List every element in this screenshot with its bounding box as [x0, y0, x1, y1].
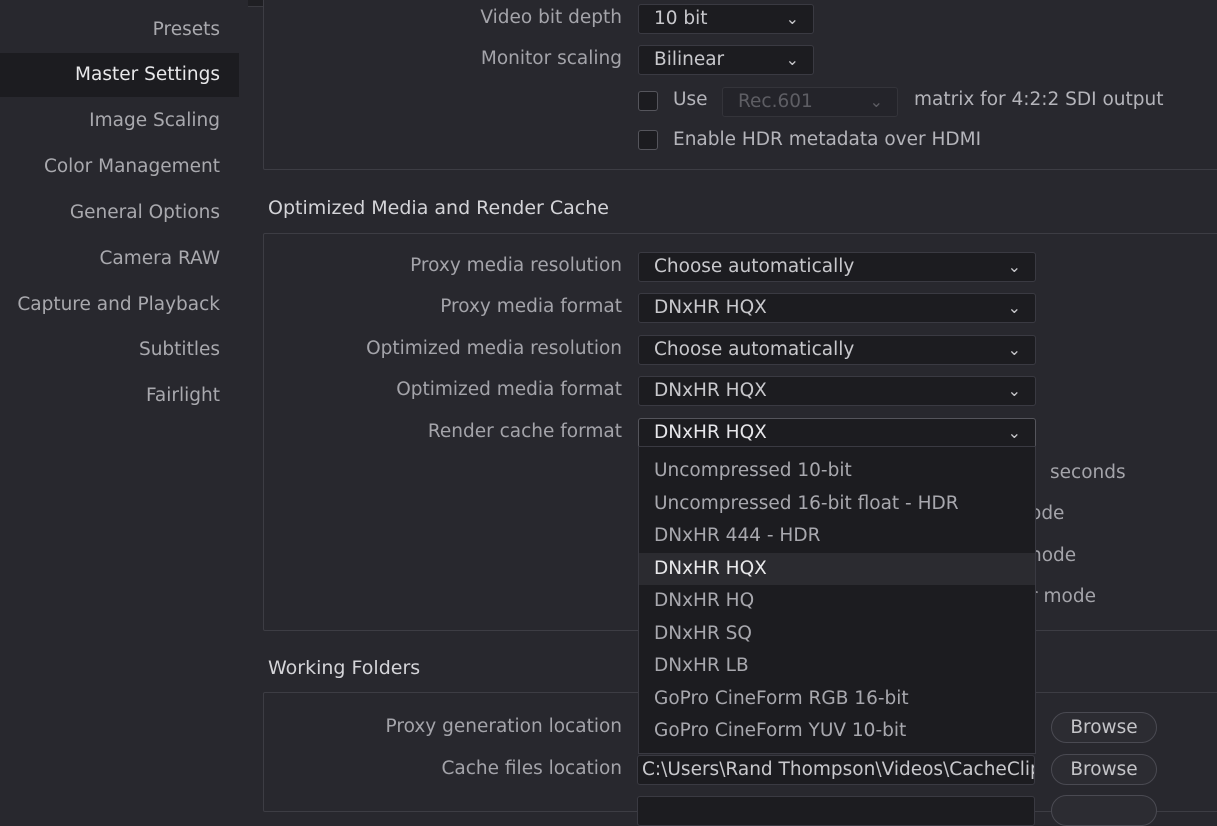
browse-proxy-button[interactable]: Browse [1051, 712, 1157, 743]
sidebar-item-label: Camera RAW [99, 248, 220, 269]
sidebar-item-label: Subtitles [138, 339, 220, 360]
sidebar-item-fairlight[interactable]: Fairlight [0, 374, 220, 418]
seconds-label: seconds [1050, 462, 1126, 483]
render-cache-format-menu: Uncompressed 10-bit Uncompressed 16-bit … [638, 446, 1036, 754]
optimized-media-section-title: Optimized Media and Render Cache [268, 197, 609, 219]
render-cache-format-label: Render cache format [427, 421, 622, 442]
optimized-format-dropdown[interactable]: DNxHR HQX ⌄ [638, 376, 1036, 406]
dropdown-value: DNxHR HQX [654, 422, 767, 443]
browse-cache-button[interactable]: Browse [1051, 754, 1157, 785]
menu-option-uncompressed-10bit[interactable]: Uncompressed 10-bit [639, 455, 1035, 487]
dropdown-value: Choose automatically [654, 256, 855, 277]
menu-option-dnxhr-hq[interactable]: DNxHR HQ [639, 585, 1035, 617]
menu-option-uncompressed-16bit[interactable]: Uncompressed 16-bit float - HDR [639, 488, 1035, 520]
chevron-down-icon: ⌄ [1007, 298, 1021, 317]
matrix-suffix-label: matrix for 4:2:2 SDI output [914, 89, 1164, 110]
hdr-metadata-label: Enable HDR metadata over HDMI [673, 129, 982, 150]
sidebar-item-label: Capture and Playback [17, 294, 220, 315]
dropdown-value: Rec.601 [738, 91, 813, 112]
dropdown-value: DNxHR HQX [654, 297, 767, 318]
chevron-down-icon: ⌄ [1007, 381, 1021, 400]
chevron-down-icon: ⌄ [869, 92, 883, 111]
sidebar-item-label: Color Management [43, 156, 220, 177]
chevron-down-icon: ⌄ [1007, 423, 1021, 442]
chevron-down-icon: ⌄ [1007, 340, 1021, 359]
use-label: Use [673, 89, 708, 110]
chevron-down-icon: ⌄ [1007, 257, 1021, 276]
sidebar-item-label: Master Settings [75, 64, 220, 85]
menu-option-dnxhr-444[interactable]: DNxHR 444 - HDR [639, 520, 1035, 552]
optimized-format-label: Optimized media format [396, 379, 622, 400]
cache-location-input[interactable]: C:\Users\Rand Thompson\Videos\CacheClip [637, 755, 1035, 785]
sidebar-item-subtitles[interactable]: Subtitles [0, 328, 220, 372]
hdr-metadata-checkbox[interactable] [638, 130, 658, 150]
proxy-location-label: Proxy generation location [385, 716, 622, 737]
sidebar-item-label: Presets [152, 19, 220, 40]
video-bit-depth-label: Video bit depth [480, 7, 622, 28]
settings-sidebar: Presets Master Settings Image Scaling Co… [0, 0, 248, 800]
video-bit-depth-dropdown[interactable]: 10 bit ⌄ [638, 4, 814, 34]
sidebar-item-general-options[interactable]: General Options [0, 191, 220, 235]
menu-option-cineform-yuv[interactable]: GoPro CineForm YUV 10-bit [639, 715, 1035, 747]
next-location-input[interactable] [637, 796, 1035, 826]
sidebar-item-label: General Options [69, 202, 220, 223]
proxy-resolution-dropdown[interactable]: Choose automatically ⌄ [638, 252, 1036, 282]
sdi-matrix-dropdown[interactable]: Rec.601 ⌄ [722, 87, 898, 117]
dropdown-value: DNxHR HQX [654, 380, 767, 401]
sidebar-item-master-settings[interactable]: Master Settings [0, 53, 239, 97]
mode-label-3: r mode [1030, 586, 1096, 607]
sidebar-item-label: Image Scaling [89, 110, 220, 131]
sidebar-item-color-management[interactable]: Color Management [0, 145, 220, 189]
dropdown-value: 10 bit [654, 8, 708, 29]
dropdown-value: Choose automatically [654, 339, 855, 360]
menu-option-cineform-rgb[interactable]: GoPro CineForm RGB 16-bit [639, 683, 1035, 715]
proxy-format-label: Proxy media format [440, 296, 622, 317]
proxy-format-dropdown[interactable]: DNxHR HQX ⌄ [638, 293, 1036, 323]
chevron-down-icon: ⌄ [785, 9, 799, 28]
menu-option-dnxhr-sq[interactable]: DNxHR SQ [639, 618, 1035, 650]
use-matrix-checkbox[interactable] [638, 91, 658, 111]
sidebar-item-capture-playback[interactable]: Capture and Playback [0, 283, 220, 327]
working-folders-section-title: Working Folders [268, 657, 421, 679]
sidebar-item-image-scaling[interactable]: Image Scaling [0, 99, 220, 143]
sidebar-item-presets[interactable]: Presets [0, 8, 220, 52]
optimized-resolution-label: Optimized media resolution [366, 338, 622, 359]
sidebar-item-camera-raw[interactable]: Camera RAW [0, 237, 220, 281]
monitor-scaling-dropdown[interactable]: Bilinear ⌄ [638, 45, 814, 75]
cache-location-label: Cache files location [441, 758, 622, 779]
proxy-resolution-label: Proxy media resolution [410, 255, 622, 276]
menu-option-dnxhr-lb[interactable]: DNxHR LB [639, 650, 1035, 682]
menu-option-dnxhr-hqx[interactable]: DNxHR HQX [639, 553, 1035, 585]
sidebar-item-label: Fairlight [145, 385, 220, 406]
dropdown-value: Bilinear [654, 49, 725, 70]
optimized-resolution-dropdown[interactable]: Choose automatically ⌄ [638, 335, 1036, 365]
monitor-scaling-label: Monitor scaling [480, 48, 622, 69]
chevron-down-icon: ⌄ [785, 50, 799, 69]
mode-label-2: node [1030, 545, 1077, 566]
render-cache-format-dropdown[interactable]: DNxHR HQX ⌄ [638, 418, 1036, 448]
